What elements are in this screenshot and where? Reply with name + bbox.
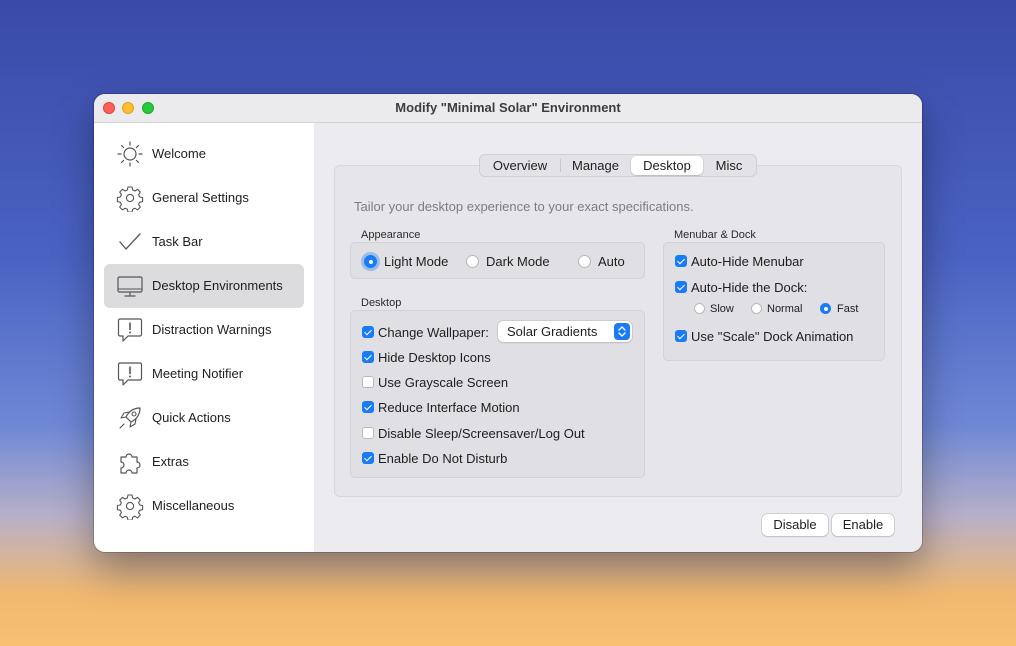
sidebar-item-label: Welcome	[152, 146, 206, 161]
do-not-disturb-label: Enable Do Not Disturb	[378, 451, 508, 466]
light-mode-label: Light Mode	[384, 254, 449, 269]
change-wallpaper-label: Change Wallpaper:	[378, 325, 489, 340]
checkmark-icon	[119, 233, 141, 250]
puzzle-icon	[120, 453, 141, 474]
auto-hide-dock-label: Auto-Hide the Dock:	[691, 280, 808, 295]
reduce-motion-label: Reduce Interface Motion	[378, 400, 520, 415]
wallpaper-select[interactable]: Solar Gradients	[498, 321, 632, 342]
tab-desktop[interactable]: Desktop	[631, 156, 703, 175]
sidebar-item-label: Task Bar	[152, 234, 203, 249]
dock-speed-slow-radio[interactable]	[694, 303, 705, 314]
monitor-icon	[117, 276, 143, 297]
dark-mode-radio[interactable]	[466, 255, 479, 268]
tab-overview[interactable]: Overview	[481, 156, 559, 175]
disable-button[interactable]: Disable	[762, 514, 828, 536]
sidebar-item-welcome[interactable]: Welcome	[104, 132, 304, 176]
light-mode-radio[interactable]	[364, 255, 377, 268]
auto-mode-radio[interactable]	[578, 255, 591, 268]
tab-bar: Overview Manage Desktop Misc	[479, 154, 757, 177]
sidebar-item-label: Extras	[152, 454, 189, 469]
sidebar-item-desktop-environments[interactable]: Desktop Environments	[104, 264, 304, 308]
sidebar-item-extras[interactable]: Extras	[104, 440, 304, 484]
tab-description: Tailor your desktop experience to your e…	[354, 199, 694, 214]
sidebar-item-general-settings[interactable]: General Settings	[104, 176, 304, 220]
sidebar-item-label: Miscellaneous	[152, 498, 235, 513]
hide-desktop-icons-label: Hide Desktop Icons	[378, 350, 491, 365]
change-wallpaper-checkbox[interactable]	[362, 326, 374, 338]
enable-button[interactable]: Enable	[832, 514, 894, 536]
tab-manage[interactable]: Manage	[561, 156, 630, 175]
gear-icon	[116, 494, 144, 520]
dock-speed-fast-radio[interactable]	[820, 303, 831, 314]
menubar-dock-label: Menubar & Dock	[674, 229, 756, 241]
sidebar-item-label: General Settings	[152, 190, 249, 205]
rocket-icon	[119, 407, 141, 429]
sidebar-item-miscellaneous[interactable]: Miscellaneous	[104, 484, 304, 528]
sidebar: Welcome General Settings Task Bar Deskto…	[94, 123, 314, 552]
gear-icon	[116, 186, 144, 212]
chevron-up-down-icon	[614, 323, 630, 340]
disable-sleep-checkbox[interactable]	[362, 427, 374, 439]
tab-misc[interactable]: Misc	[704, 156, 754, 175]
dock-speed-normal-radio[interactable]	[751, 303, 762, 314]
dock-speed-slow-label: Slow	[710, 303, 734, 315]
dock-speed-fast-label: Fast	[837, 303, 859, 315]
sidebar-item-label: Distraction Warnings	[152, 322, 272, 337]
hide-desktop-icons-checkbox[interactable]	[362, 351, 374, 363]
wallpaper-select-value: Solar Gradients	[507, 324, 598, 339]
scale-animation-label: Use "Scale" Dock Animation	[691, 329, 854, 344]
sidebar-item-label: Meeting Notifier	[152, 366, 244, 381]
desktop-group-label: Desktop	[361, 297, 402, 309]
appearance-label: Appearance	[361, 229, 421, 241]
alert-bubble-icon	[117, 318, 143, 342]
auto-hide-menubar-label: Auto-Hide Menubar	[691, 254, 804, 269]
grayscale-screen-label: Use Grayscale Screen	[378, 375, 509, 390]
window-title: Modify "Minimal Solar" Environment	[395, 100, 621, 115]
sun-icon	[117, 141, 143, 167]
grayscale-screen-checkbox[interactable]	[362, 376, 374, 388]
sidebar-item-label: Quick Actions	[152, 410, 231, 425]
scale-animation-checkbox[interactable]	[675, 330, 687, 342]
disable-sleep-label: Disable Sleep/Screensaver/Log Out	[378, 426, 585, 441]
sidebar-item-task-bar[interactable]: Task Bar	[104, 220, 304, 264]
dock-speed-normal-label: Normal	[767, 303, 803, 315]
sidebar-item-quick-actions[interactable]: Quick Actions	[104, 396, 304, 440]
sidebar-item-meeting-notifier[interactable]: Meeting Notifier	[104, 352, 304, 396]
do-not-disturb-checkbox[interactable]	[362, 452, 374, 464]
sidebar-item-label: Desktop Environments	[152, 278, 283, 293]
auto-hide-dock-checkbox[interactable]	[675, 281, 687, 293]
title-bar: Modify "Minimal Solar" Environment	[94, 94, 922, 123]
auto-hide-menubar-checkbox[interactable]	[675, 255, 687, 267]
sidebar-item-distraction-warnings[interactable]: Distraction Warnings	[104, 308, 304, 352]
dark-mode-label: Dark Mode	[486, 254, 550, 269]
reduce-motion-checkbox[interactable]	[362, 401, 374, 413]
alert-bubble-icon	[117, 362, 143, 386]
auto-mode-label: Auto	[598, 254, 625, 269]
